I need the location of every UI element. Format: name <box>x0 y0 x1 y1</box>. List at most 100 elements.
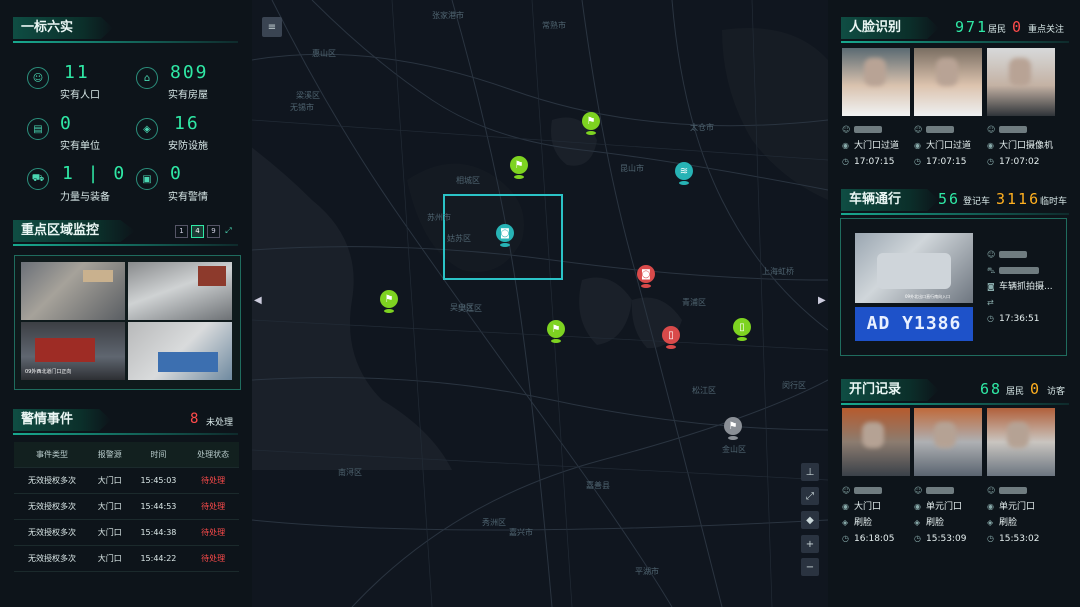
map-place-label: 苏州市 <box>427 213 451 222</box>
fullscreen-icon[interactable]: ⤢ <box>801 487 819 505</box>
camera-scene <box>35 338 95 362</box>
event-status[interactable]: 待处理 <box>187 493 239 520</box>
map-place-label: 青浦区 <box>682 298 706 307</box>
grid-option-4[interactable]: 4 <box>191 225 204 238</box>
map-marker-teal[interactable]: ≋ <box>675 162 693 186</box>
grid-option-1[interactable]: 1 <box>175 225 188 238</box>
map-place-label: 无锡市 <box>290 103 314 112</box>
face-photo-2[interactable] <box>914 48 982 116</box>
map-place-label: 吴江区 <box>458 304 482 313</box>
event-status[interactable]: 待处理 <box>187 545 239 572</box>
face-photo-3[interactable] <box>987 48 1055 116</box>
camera-feed-3[interactable]: 09外西北道门口正向 <box>21 322 125 380</box>
map-marker-green[interactable]: ⚑ <box>547 320 565 344</box>
divider <box>13 244 238 246</box>
stat-value-equipment: 1 | 0 <box>62 163 127 184</box>
marker-base <box>737 337 747 341</box>
alarm-count-label: 未处理 <box>206 418 234 428</box>
map-place-label: 昆山市 <box>620 164 644 173</box>
map-place-label: 常熟市 <box>542 21 566 30</box>
divider <box>841 403 1069 405</box>
door-photo-2[interactable] <box>914 408 982 476</box>
vehicle-photo[interactable]: 09外北出口直行南向入口 <box>855 233 973 303</box>
marker-base <box>728 436 738 440</box>
map-marker-green[interactable]: ⚑ <box>582 112 600 136</box>
name-redacted <box>999 251 1027 258</box>
table-header: 事件类型 报警源 时间 处理状态 <box>14 442 239 468</box>
stat-value-alarms: 0 <box>170 163 183 184</box>
shield-icon: ◈ <box>987 518 994 527</box>
tree-icon[interactable]: ⊥ <box>801 463 819 481</box>
table-row[interactable]: 无效授权多次 大门口 15:44:38 待处理 <box>14 519 239 546</box>
door-photo-1[interactable] <box>842 408 910 476</box>
expand-icon[interactable]: ⤢ <box>223 225 234 236</box>
location-icon: ◉ <box>842 502 849 511</box>
door-time: 15:53:02 <box>999 534 1040 544</box>
map-marker-gray[interactable]: ⚑ <box>724 417 742 441</box>
user-icon: ☺ <box>914 486 923 495</box>
stat-label-equipment: 力量与装备 <box>60 192 110 203</box>
camera-feed-1[interactable] <box>21 262 125 320</box>
car-icon: ⛍ <box>987 266 996 275</box>
zoom-in-icon[interactable]: + <box>801 535 819 553</box>
table-row[interactable]: 无效授权多次 大门口 15:44:22 待处理 <box>14 545 239 572</box>
divider <box>841 41 1069 43</box>
event-time: 15:45:03 <box>129 467 188 494</box>
direction-icon: ⇄ <box>987 298 994 307</box>
grid-option-9[interactable]: 9 <box>207 225 220 238</box>
table-row[interactable]: 无效授权多次 大门口 15:44:53 待处理 <box>14 493 239 520</box>
license-plate: AD Y1386 <box>855 307 973 341</box>
layers-icon[interactable]: ≡ <box>262 17 282 37</box>
heat-icon: ≋ <box>675 162 693 180</box>
locate-icon[interactable]: ◆ <box>801 511 819 529</box>
stat-value-units: 0 <box>60 113 73 134</box>
door-method: 刷脸 <box>926 518 945 528</box>
map-marker-red[interactable]: ◙ <box>637 265 655 289</box>
marker-base <box>500 243 510 247</box>
shield-icon: ◈ <box>136 118 158 140</box>
map-place-label: 闵行区 <box>782 381 806 390</box>
location-icon: ◉ <box>914 141 921 150</box>
event-source: 大门口 <box>90 493 130 520</box>
map-view[interactable]: 惠山区 无锡市 梁溪区 苏州市 吴中区 吴江区 相城区 姑苏区 昆山市 太仓市 青浦区 嘉兴市 平湖市松… <box>252 0 828 607</box>
location-icon: ◉ <box>987 502 994 511</box>
face-time: 17:07:15 <box>926 157 967 167</box>
map-marker-green[interactable]: ▯ <box>733 318 751 342</box>
marker-base <box>641 284 651 288</box>
map-marker-green[interactable]: ⚑ <box>510 156 528 180</box>
event-status[interactable]: 待处理 <box>187 519 239 546</box>
vehicle-registered-label: 登记车 <box>963 197 991 207</box>
clock-icon: ◷ <box>914 157 921 166</box>
map-place-label: 张家港市 <box>432 11 464 20</box>
user-icon: ☺ <box>914 125 923 134</box>
door-info-3: ☺ ◉ 单元门口 ◈ 刷脸 ◷ 15:53:02 <box>987 483 1039 547</box>
map-place-label: 金山区 <box>722 445 746 454</box>
camera-feed-2[interactable] <box>128 262 232 320</box>
face-info-3: ☺ ◉ 大门口摄像机 ◷ 17:07:02 <box>987 122 1053 170</box>
stat-value-security: 16 <box>174 113 200 134</box>
map-place-label: 相城区 <box>456 176 480 185</box>
marker-base <box>586 131 596 135</box>
map-place-label: 姑苏区 <box>447 234 471 243</box>
chevron-left-icon[interactable]: ◀ <box>254 295 262 306</box>
map-marker-teal[interactable]: ◙ <box>496 224 514 248</box>
chevron-right-icon[interactable]: ▶ <box>818 295 826 306</box>
flag-icon: ⚑ <box>547 320 565 338</box>
map-marker-green[interactable]: ⚑ <box>380 290 398 314</box>
clock-icon: ◷ <box>914 534 921 543</box>
event-status[interactable]: 待处理 <box>187 467 239 494</box>
user-icon: ☺ <box>987 250 996 259</box>
map-place-label: 平湖市 <box>635 567 659 576</box>
door-time: 16:18:05 <box>854 534 895 544</box>
map-roads <box>252 0 828 607</box>
vehicle-temp-count: 3116 <box>996 190 1041 208</box>
door-photo-3[interactable] <box>987 408 1055 476</box>
grid-switcher: 1 4 9 ⤢ <box>175 225 234 238</box>
table-row[interactable]: 无效授权多次 大门口 15:45:03 待处理 <box>14 467 239 494</box>
section-title-monitor: 重点区域监控 <box>13 220 135 242</box>
map-marker-red[interactable]: ▯ <box>662 326 680 350</box>
vehicle-registered-count: 56 <box>938 190 961 208</box>
face-photo-1[interactable] <box>842 48 910 116</box>
camera-feed-4[interactable] <box>128 322 232 380</box>
zoom-out-icon[interactable]: − <box>801 558 819 576</box>
